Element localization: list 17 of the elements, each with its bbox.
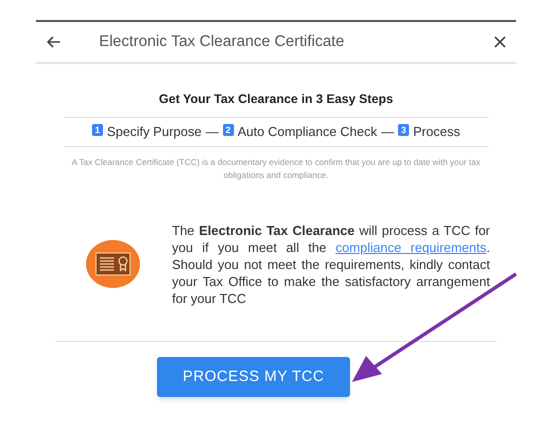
step-label: Auto Compliance Check — [238, 123, 378, 141]
step-number-badge: 1 — [92, 124, 103, 136]
certificate-icon — [86, 239, 140, 290]
step-separator: — — [206, 123, 219, 141]
close-icon[interactable] — [494, 36, 506, 48]
info-paragraph: The Electronic Tax Clearance will process a TCC for you if you meet all the compliance requirements. Should you not meet the requirements, kindly contact your Tax Office to make the satisfactory arrangement for your TCC — [172, 222, 490, 307]
step-number-badge: 2 — [222, 124, 234, 136]
step-label: Specify Purpose — [106, 123, 202, 141]
step-number-badge: 3 — [398, 124, 410, 136]
step-label: Process — [413, 123, 460, 141]
window-title: Electronic Tax Clearance Certificate — [99, 32, 346, 52]
description: A Tax Clearance Certificate (TCC) is a documentary evidence to confirm that you are up to date with your tax obligations and compliance. — [70, 156, 482, 182]
step-separator: — — [381, 123, 394, 141]
compliance-requirements-link[interactable]: compliance requirements — [336, 240, 486, 255]
process-button[interactable]: PROCESS MY TCC — [157, 356, 350, 397]
back-arrow-icon[interactable] — [46, 34, 62, 50]
headline: Get Your Tax Clearance in 3 Easy Steps — [158, 91, 394, 108]
